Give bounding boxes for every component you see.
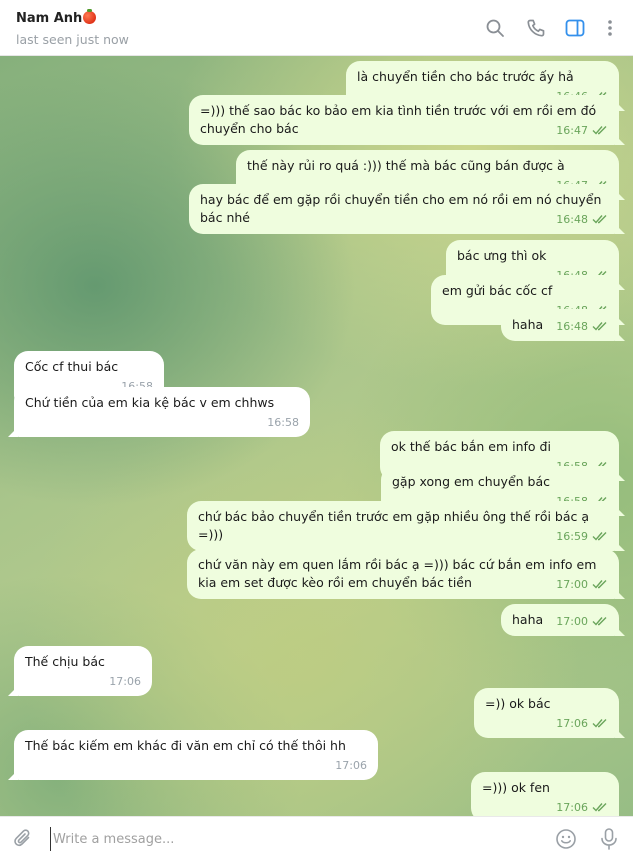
sidebar-toggle-icon[interactable]	[565, 18, 585, 38]
message-meta: 16:48	[556, 213, 608, 227]
message-bubble-incoming[interactable]: Chứ tiền của em kia kệ bác v em chhws 16…	[14, 387, 310, 437]
message-text: bác ưng thì ok	[457, 248, 547, 263]
search-icon[interactable]	[485, 18, 505, 38]
more-vertical-icon[interactable]	[600, 18, 620, 38]
read-checkmarks-icon	[592, 126, 607, 135]
message-meta: 17:00	[556, 615, 608, 629]
message-text: Thế bác kiếm em khác đi văn em chỉ có th…	[25, 738, 346, 753]
phone-icon[interactable]	[526, 18, 546, 38]
microphone-icon[interactable]	[598, 827, 620, 851]
message-text: Thế chịu bác	[25, 654, 105, 669]
read-checkmarks-icon	[592, 215, 607, 224]
message-text: =))) thế sao bác ko bảo em kia tình tiền…	[200, 103, 597, 136]
message-text: chứ văn này em quen lắm rồi bác ạ =))) b…	[198, 557, 597, 590]
message-composer	[0, 816, 633, 860]
message-time: 17:06	[556, 801, 588, 814]
message-text: hay bác để em gặp rồi chuyển tiền cho em…	[200, 192, 602, 225]
emoji-icon[interactable]	[555, 828, 577, 850]
message-time: 17:00	[556, 615, 588, 628]
read-checkmarks-icon	[592, 617, 607, 626]
message-time: 16:48	[556, 213, 588, 226]
read-checkmarks-icon	[592, 322, 607, 331]
message-time: 16:59	[556, 530, 588, 543]
message-bubble-outgoing[interactable]: chứ bác bảo chuyển tiền trước em gặp nhi…	[187, 501, 619, 551]
message-text: là chuyển tiền cho bác trước ấy hả	[357, 69, 574, 84]
read-checkmarks-icon	[592, 580, 607, 589]
message-time: 17:06	[335, 759, 367, 772]
message-time: 17:06	[556, 717, 588, 730]
message-text: haha	[512, 317, 544, 332]
message-list[interactable]: là chuyển tiền cho bác trước ấy hả 16:46…	[0, 56, 633, 816]
message-meta: 16:48	[556, 320, 608, 334]
read-checkmarks-icon	[592, 719, 607, 728]
message-bubble-outgoing[interactable]: =))) ok fen 17:06	[471, 772, 619, 816]
message-bubble-outgoing[interactable]: haha 16:48	[501, 309, 619, 341]
message-text: chứ bác bảo chuyển tiền trước em gặp nhi…	[198, 509, 590, 542]
read-checkmarks-icon	[592, 532, 607, 541]
message-bubble-incoming[interactable]: Thế bác kiếm em khác đi văn em chỉ có th…	[14, 730, 378, 780]
message-text: haha	[512, 612, 544, 627]
message-bubble-outgoing[interactable]: =)) ok bác 17:06	[474, 688, 619, 738]
message-text: Cốc cf thui bác	[25, 359, 119, 374]
message-input[interactable]	[50, 827, 525, 851]
message-text: gặp xong em chuyển bác	[392, 474, 551, 489]
message-bubble-outgoing[interactable]: =))) thế sao bác ko bảo em kia tình tiền…	[189, 95, 619, 145]
message-meta: 17:06	[556, 801, 608, 815]
contact-name[interactable]: Nam Anh	[16, 9, 97, 26]
read-checkmarks-icon	[592, 803, 607, 812]
paperclip-icon[interactable]	[13, 828, 35, 850]
message-time: 16:58	[267, 416, 299, 429]
message-meta: 17:00	[556, 578, 608, 592]
message-time: 17:00	[556, 578, 588, 591]
message-bubble-outgoing[interactable]: hay bác để em gặp rồi chuyển tiền cho em…	[189, 184, 619, 234]
message-meta: 17:06	[556, 717, 608, 731]
message-time: 16:48	[556, 320, 588, 333]
message-text: thế này rủi ro quá :))) thế mà bác cũng …	[247, 158, 565, 173]
message-bubble-outgoing[interactable]: chứ văn này em quen lắm rồi bác ạ =))) b…	[187, 549, 619, 599]
last-seen-status: last seen just now	[16, 32, 129, 47]
tomato-emoji-icon	[83, 9, 97, 24]
chat-header: Nam Anh last seen just now	[0, 0, 633, 56]
message-time: 17:06	[109, 675, 141, 688]
message-time: 16:47	[556, 124, 588, 137]
message-text: ok thế bác bắn em info đi	[391, 439, 551, 454]
message-bubble-outgoing[interactable]: haha 17:00	[501, 604, 619, 636]
message-text: =)) ok bác	[485, 696, 551, 711]
message-text: em gửi bác cốc cf	[442, 283, 553, 298]
message-text: =))) ok fen	[482, 780, 550, 795]
message-text: Chứ tiền của em kia kệ bác v em chhws	[25, 395, 275, 410]
message-meta: 16:59	[556, 530, 608, 544]
message-bubble-incoming[interactable]: Thế chịu bác 17:06	[14, 646, 152, 696]
message-meta: 16:47	[556, 124, 608, 138]
